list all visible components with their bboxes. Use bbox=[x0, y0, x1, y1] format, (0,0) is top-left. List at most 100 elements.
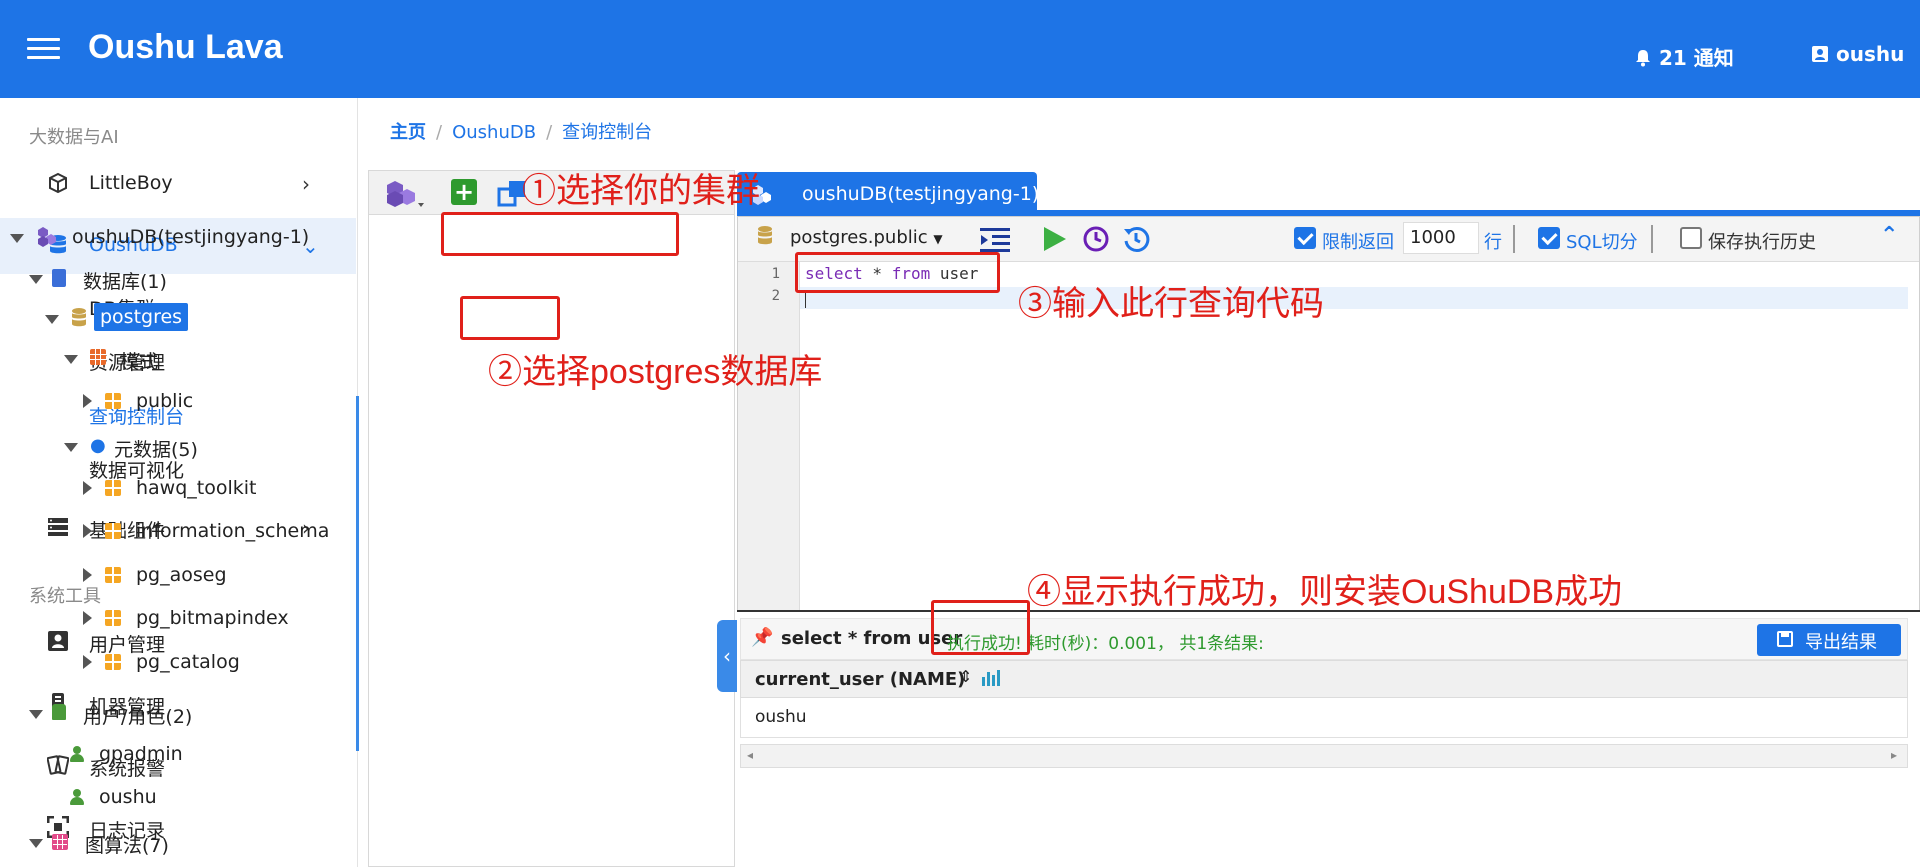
caret-down-icon[interactable] bbox=[29, 839, 43, 848]
droplet-icon: ● bbox=[90, 435, 106, 456]
tree-label: pg_bitmapindex bbox=[136, 607, 289, 629]
add-icon[interactable]: + bbox=[451, 179, 477, 205]
save-icon bbox=[1777, 631, 1793, 652]
tree-label: 用户/角色(2) bbox=[83, 706, 193, 728]
tree-label: oushu bbox=[99, 786, 157, 808]
limit-return-checkbox[interactable] bbox=[1294, 227, 1316, 249]
breadcrumb-current: 查询控制台 bbox=[562, 122, 653, 143]
column-header[interactable]: current_user (NAME) bbox=[755, 669, 965, 690]
notifications-button[interactable]: 21 通知 bbox=[1634, 42, 1734, 71]
tree-label: 数据库(1) bbox=[83, 271, 167, 293]
caret-down-icon[interactable] bbox=[64, 355, 78, 364]
sidebar-scrollbar[interactable] bbox=[356, 396, 359, 751]
export-label: 导出结果 bbox=[1805, 632, 1877, 653]
table-grid-icon bbox=[105, 654, 121, 670]
cluster-icon bbox=[36, 226, 58, 253]
tab-query-oushudb[interactable]: oushuDB(testjingyang-1) bbox=[737, 172, 1039, 216]
breadcrumb-oushudb[interactable]: OushuDB bbox=[452, 122, 536, 143]
horizontal-scrollbar[interactable]: ◂ ▸ bbox=[740, 744, 1908, 768]
sidebar-section-tools: 系统工具 bbox=[29, 586, 101, 607]
line-number: 2 bbox=[771, 288, 780, 304]
tree-label: 元数据(5) bbox=[114, 439, 198, 461]
tree-label: oushuDB(testjingyang-1) bbox=[72, 226, 310, 248]
pin-icon[interactable]: 📌 bbox=[751, 627, 773, 648]
run-play-icon[interactable] bbox=[1040, 225, 1068, 257]
result-status-bar: 📌 select * from user 执行成功! 耗时(秒)：0.001， … bbox=[740, 618, 1908, 660]
caret-right-icon[interactable] bbox=[83, 524, 92, 538]
database-icon bbox=[70, 307, 88, 334]
save-history-label: 保存执行历史 bbox=[1708, 232, 1816, 253]
schema-select[interactable]: postgres.public ▼ bbox=[790, 227, 943, 248]
result-cell: oushu bbox=[755, 707, 807, 727]
limit-value-input[interactable]: 1000 bbox=[1403, 222, 1479, 254]
tree-label: gpadmin bbox=[99, 743, 183, 765]
breadcrumb-home[interactable]: 主页 bbox=[390, 122, 426, 143]
line-number: 1 bbox=[771, 266, 780, 282]
scroll-left-icon[interactable]: ◂ bbox=[747, 748, 753, 762]
server-icon bbox=[46, 516, 70, 540]
caret-down-icon[interactable] bbox=[29, 710, 43, 719]
user-group-icon bbox=[52, 704, 66, 720]
tree-label: 模式 bbox=[120, 351, 159, 373]
annotation-step2: ②选择postgres数据库 bbox=[488, 353, 823, 391]
table-grid-icon bbox=[105, 480, 121, 496]
annotation-box-code bbox=[795, 252, 1000, 293]
annotation-box-cluster bbox=[441, 212, 679, 256]
caret-down-icon[interactable] bbox=[29, 275, 43, 284]
user-menu[interactable]: oushu bbox=[1811, 42, 1904, 66]
toolbar-divider bbox=[1513, 225, 1515, 253]
limit-unit-label: 行 bbox=[1484, 232, 1502, 253]
result-row[interactable]: oushu bbox=[740, 698, 1908, 738]
app-title: Oushu Lava bbox=[88, 28, 283, 66]
caret-right-icon[interactable] bbox=[83, 611, 92, 625]
user-card-icon bbox=[1812, 46, 1828, 62]
tree-label: information_schema bbox=[136, 520, 330, 542]
schema-grid-icon bbox=[90, 349, 106, 365]
caret-down-icon[interactable] bbox=[45, 315, 59, 324]
history-icon[interactable] bbox=[1122, 225, 1150, 257]
export-results-button[interactable]: 导出结果 bbox=[1757, 624, 1901, 656]
user-name: oushu bbox=[1835, 42, 1905, 66]
database-icon bbox=[756, 225, 774, 251]
tree-label: public bbox=[136, 390, 194, 412]
notifications-label: 21 通知 bbox=[1658, 46, 1734, 70]
caret-down-icon[interactable] bbox=[64, 443, 78, 452]
sql-split-checkbox[interactable] bbox=[1538, 227, 1560, 249]
calendar-grid-icon bbox=[52, 834, 68, 850]
bell-icon bbox=[1636, 50, 1650, 67]
bar-chart-icon[interactable] bbox=[981, 669, 1001, 691]
save-history-checkbox[interactable] bbox=[1680, 227, 1702, 249]
result-grid-header: current_user (NAME) ⇕ bbox=[740, 660, 1908, 698]
caret-right-icon[interactable] bbox=[83, 481, 92, 495]
sidebar-item-littleboy[interactable]: LittleBoy › bbox=[0, 156, 356, 212]
toolbar-divider bbox=[1651, 225, 1653, 253]
caret-down-icon[interactable] bbox=[10, 234, 24, 243]
result-stats: 耗时(秒)：0.001， 共1条结果: bbox=[1027, 634, 1264, 654]
tree-label: pg_catalog bbox=[136, 651, 240, 673]
cube-icon bbox=[46, 172, 70, 196]
breadcrumb: 主页 / OushuDB / 查询控制台 bbox=[390, 122, 653, 143]
scroll-right-icon[interactable]: ▸ bbox=[1891, 748, 1897, 762]
editor-gutter bbox=[738, 262, 800, 610]
annotation-step1: ①选择你的集群 bbox=[522, 172, 760, 210]
cluster-switch-icon[interactable] bbox=[385, 179, 425, 213]
chevron-right-icon: › bbox=[302, 172, 310, 196]
user-icon bbox=[70, 746, 84, 762]
user-id-icon bbox=[46, 630, 70, 654]
sort-icon[interactable]: ⇕ bbox=[959, 667, 972, 686]
object-tree-panel bbox=[368, 170, 735, 867]
caret-right-icon[interactable] bbox=[83, 394, 92, 408]
caret-right-icon[interactable] bbox=[83, 568, 92, 582]
clock-icon[interactable] bbox=[1082, 225, 1110, 257]
schema-select-value: postgres.public bbox=[790, 227, 928, 248]
collapse-up-icon[interactable]: ⌃ bbox=[1880, 223, 1898, 248]
hamburger-menu-icon[interactable] bbox=[27, 38, 60, 60]
annotation-step3: ③输入此行查询代码 bbox=[1018, 285, 1324, 323]
caret-right-icon[interactable] bbox=[83, 655, 92, 669]
collapse-panel-button[interactable]: ‹ bbox=[717, 620, 737, 692]
tree-label-selected: postgres bbox=[94, 303, 189, 331]
table-grid-icon bbox=[105, 393, 121, 409]
annotation-box-status bbox=[931, 600, 1030, 655]
top-header: Oushu Lava 21 通知 oushu bbox=[0, 0, 1920, 98]
tree-label: hawq_toolkit bbox=[136, 477, 257, 499]
